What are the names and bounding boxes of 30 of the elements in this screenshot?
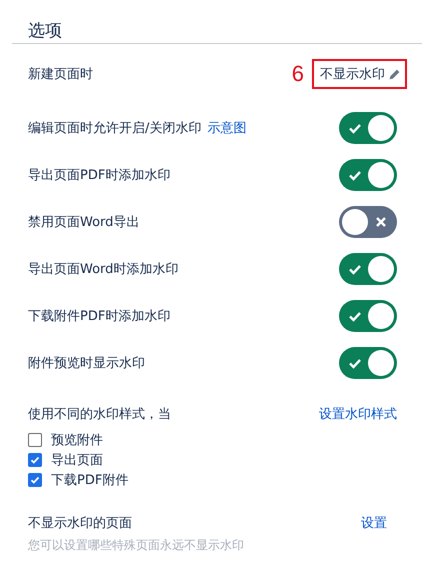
checkbox-label: 下载PDF附件 xyxy=(51,472,128,489)
toggle-switch[interactable] xyxy=(339,112,397,144)
section-label: 不显示水印的页面 xyxy=(28,515,132,532)
toggle-switch[interactable] xyxy=(339,206,397,238)
cross-icon xyxy=(374,214,388,228)
settings-link[interactable]: 设置 xyxy=(361,514,387,532)
option-label: 导出页面Word时添加水印 xyxy=(28,260,178,278)
hint-text: 您可以设置哪些特殊页面永远不显示水印 xyxy=(28,537,245,554)
toggle-switch[interactable] xyxy=(339,158,397,190)
checkbox-label: 预览附件 xyxy=(51,432,103,449)
watermark-dropdown[interactable]: 不显示水印 xyxy=(312,59,407,89)
example-link[interactable]: 示意图 xyxy=(207,118,246,136)
panel-title: 选项 xyxy=(27,20,63,43)
checkbox[interactable] xyxy=(28,453,42,467)
checkbox[interactable] xyxy=(28,433,42,447)
checkbox[interactable] xyxy=(28,473,42,487)
option-label: 附件预览时显示水印 xyxy=(28,354,145,372)
option-label: 导出页面PDF时添加水印 xyxy=(28,166,170,184)
toggle-switch[interactable] xyxy=(339,252,397,284)
toggle-switch[interactable] xyxy=(339,346,397,378)
style-settings-link[interactable]: 设置水印样式 xyxy=(319,405,397,423)
option-label: 禁用页面Word导出 xyxy=(28,214,140,230)
toggle-switch[interactable] xyxy=(339,300,397,332)
option-label: 编辑页面时允许开启/关闭水印 xyxy=(28,120,202,136)
pencil-icon xyxy=(388,68,401,80)
callout-number: 6 xyxy=(292,61,304,87)
option-label: 新建页面时 xyxy=(28,66,93,83)
checkbox-label: 导出页面 xyxy=(51,452,103,469)
option-label: 下载附件PDF时添加水印 xyxy=(28,308,170,324)
section-label: 使用不同的水印样式，当 xyxy=(28,406,171,423)
